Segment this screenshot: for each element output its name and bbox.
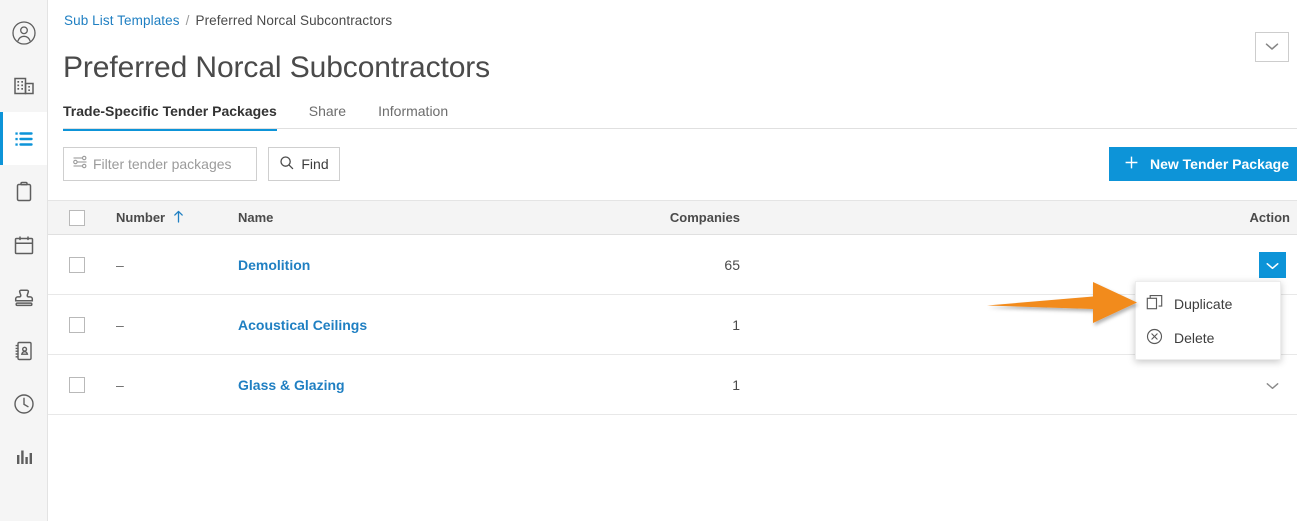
- row-select-cell: [48, 316, 106, 333]
- column-header-number-label: Number: [116, 210, 166, 225]
- filter-input-placeholder: Filter tender packages: [93, 156, 232, 172]
- row-number: –: [116, 256, 124, 273]
- menu-item-duplicate-label: Duplicate: [1174, 296, 1233, 312]
- sidebar-item-stamp[interactable]: [0, 271, 47, 324]
- stamp-icon: [11, 285, 37, 311]
- row-companies: 65: [724, 256, 740, 273]
- chevron-down-icon: [1266, 257, 1279, 273]
- row-name-link[interactable]: Demolition: [238, 257, 310, 273]
- column-header-companies[interactable]: Companies: [578, 210, 758, 225]
- row-checkbox[interactable]: [69, 256, 85, 273]
- row-name-cell: Acoustical Ceilings: [238, 317, 578, 333]
- row-select-cell: [48, 376, 106, 393]
- left-nav-sidebar: [0, 0, 48, 521]
- clipboard-icon: [11, 179, 37, 205]
- breadcrumb-link-parent[interactable]: Sub List Templates: [64, 13, 180, 28]
- sidebar-item-company[interactable]: [0, 59, 47, 112]
- bar-chart-icon: [11, 444, 37, 470]
- tab-bar-divider: [63, 128, 1297, 129]
- sidebar-item-clipboard[interactable]: [0, 165, 47, 218]
- find-button[interactable]: Find: [268, 147, 340, 181]
- filter-sliders-icon: [72, 154, 88, 175]
- table-header-row: Number Name Companies Action: [48, 200, 1297, 235]
- row-name-link[interactable]: Acoustical Ceilings: [238, 317, 367, 333]
- sidebar-item-lists[interactable]: [0, 112, 47, 165]
- filter-input[interactable]: Filter tender packages: [63, 147, 257, 181]
- main-content: Sub List Templates / Preferred Norcal Subc…: [48, 0, 1297, 521]
- tab-share[interactable]: Share: [309, 103, 346, 128]
- row-companies: 1: [732, 376, 740, 393]
- column-header-action: Action: [1249, 210, 1290, 225]
- row-name-link[interactable]: Glass & Glazing: [238, 377, 345, 393]
- row-action-menu-button[interactable]: [1259, 251, 1286, 278]
- row-checkbox[interactable]: [69, 316, 85, 333]
- delete-circle-x-icon: [1146, 328, 1163, 348]
- tab-bar: Trade-Specific Tender Packages Share Inf…: [63, 103, 1297, 131]
- chevron-down-icon: [1266, 377, 1279, 393]
- row-action-menu-button[interactable]: [1259, 372, 1286, 398]
- clock-icon: [11, 391, 37, 417]
- duplicate-icon: [1146, 294, 1163, 314]
- row-companies: 1: [732, 316, 740, 333]
- tender-packages-table: Number Name Companies Action – Demolitio…: [48, 200, 1297, 415]
- table-row[interactable]: – Demolition 65: [48, 235, 1297, 295]
- menu-item-duplicate[interactable]: Duplicate: [1136, 287, 1280, 321]
- select-all-cell: [48, 209, 106, 226]
- sidebar-item-history[interactable]: [0, 377, 47, 430]
- row-number: –: [116, 376, 124, 393]
- page-title: Preferred Norcal Subcontractors: [63, 51, 491, 85]
- row-action-cell: [758, 372, 1297, 398]
- tab-trade-specific-tender-packages[interactable]: Trade-Specific Tender Packages: [63, 103, 277, 131]
- new-tender-package-button[interactable]: New Tender Package: [1108, 147, 1297, 181]
- company-icon: [11, 73, 37, 99]
- row-select-cell: [48, 256, 106, 273]
- row-checkbox[interactable]: [69, 376, 85, 393]
- breadcrumb: Sub List Templates / Preferred Norcal Subc…: [64, 13, 392, 28]
- breadcrumb-separator: /: [185, 13, 190, 28]
- row-action-context-menu: Duplicate Delete: [1135, 281, 1281, 360]
- tab-information[interactable]: Information: [378, 103, 448, 128]
- row-action-cell: [758, 251, 1297, 278]
- menu-item-delete[interactable]: Delete: [1136, 321, 1280, 355]
- row-number: –: [116, 316, 124, 333]
- address-book-icon: [11, 338, 37, 364]
- table-row[interactable]: – Glass & Glazing 1: [48, 355, 1297, 415]
- find-button-label: Find: [301, 156, 329, 172]
- page-actions-button[interactable]: [1255, 32, 1289, 62]
- row-name-cell: Glass & Glazing: [238, 377, 578, 393]
- chevron-down-icon: [1265, 38, 1279, 56]
- table-toolbar: Filter tender packages Find New Tender P…: [48, 147, 1297, 183]
- select-all-checkbox[interactable]: [69, 209, 85, 226]
- sidebar-item-calendar[interactable]: [0, 218, 47, 271]
- menu-item-delete-label: Delete: [1174, 330, 1215, 346]
- table-row[interactable]: – Acoustical Ceilings 1: [48, 295, 1297, 355]
- app-root: Sub List Templates / Preferred Norcal Subc…: [0, 0, 1297, 521]
- search-icon: [279, 155, 294, 173]
- calendar-icon: [11, 232, 37, 258]
- sidebar-item-account[interactable]: [0, 6, 47, 59]
- arrow-up-icon: [173, 210, 184, 226]
- sidebar-item-reports[interactable]: [0, 430, 47, 483]
- plus-icon: [1124, 155, 1139, 173]
- row-name-cell: Demolition: [238, 257, 578, 273]
- account-icon: [11, 20, 37, 46]
- sidebar-item-address-book[interactable]: [0, 324, 47, 377]
- new-tender-package-label: New Tender Package: [1149, 156, 1289, 172]
- column-header-number[interactable]: Number: [106, 210, 238, 226]
- list-icon: [11, 126, 37, 152]
- breadcrumb-current: Preferred Norcal Subcontractors: [195, 13, 393, 28]
- column-header-name[interactable]: Name: [238, 210, 578, 225]
